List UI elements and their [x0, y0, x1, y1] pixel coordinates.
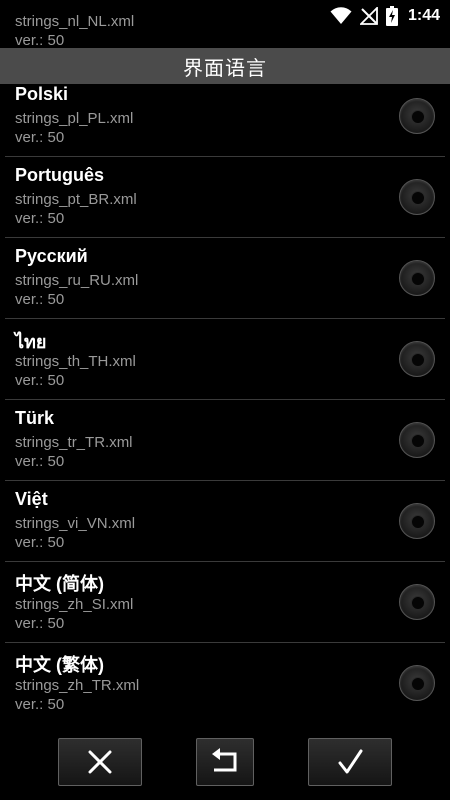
language-version: ver.: 50 [15, 696, 65, 713]
radio-button[interactable] [399, 341, 435, 377]
list-item-language[interactable]: Português strings_pt_BR.xml ver.: 50 [5, 157, 445, 238]
list-item-language[interactable]: Türk strings_tr_TR.xml ver.: 50 [5, 400, 445, 481]
undo-button[interactable] [196, 738, 254, 786]
list-item-language[interactable]: Việt strings_vi_VN.xml ver.: 50 [5, 481, 445, 562]
confirm-button[interactable] [308, 738, 392, 786]
language-name: ไทย [15, 332, 47, 352]
radio-button[interactable] [399, 260, 435, 296]
language-name: Português [15, 165, 105, 185]
language-name: 中文 (简体) [15, 574, 104, 594]
radio-button[interactable] [399, 503, 435, 539]
list-item-language[interactable]: 中文 (简体) strings_zh_SI.xml ver.: 50 [5, 562, 445, 643]
clock: 1:44 [407, 7, 440, 24]
radio-button[interactable] [399, 584, 435, 620]
list-item-language[interactable]: ไทย strings_th_TH.xml ver.: 50 [5, 319, 445, 400]
language-file: strings_zh_TR.xml [15, 677, 140, 694]
bottom-action-bar [0, 722, 450, 800]
list-item-language[interactable]: Русский strings_ru_RU.xml ver.: 50 [5, 238, 445, 319]
wifi-icon [330, 7, 352, 25]
language-file: strings_ru_RU.xml [15, 272, 139, 289]
radio-button[interactable] [399, 665, 435, 701]
close-icon [85, 747, 115, 777]
checkmark-icon [335, 747, 365, 777]
status-icons: 1:44 [330, 4, 440, 28]
cancel-button[interactable] [58, 738, 142, 786]
language-list[interactable]: strings_nl_NL.xml ver.: 50 Polski string… [0, 0, 450, 722]
status-bar: 1:44 [0, 0, 450, 32]
list-item-language[interactable]: 中文 (繁体) strings_zh_TR.xml ver.: 50 [5, 643, 445, 722]
language-version: ver.: 50 [15, 453, 65, 470]
language-name: Việt [15, 489, 48, 509]
language-name: Русский [15, 246, 88, 266]
language-version: ver.: 50 [15, 32, 65, 49]
language-file: strings_zh_SI.xml [15, 596, 134, 613]
language-name: Türk [15, 408, 55, 428]
language-name: 中文 (繁体) [15, 655, 104, 675]
language-version: ver.: 50 [15, 615, 65, 632]
language-file: strings_tr_TR.xml [15, 434, 133, 451]
language-file: strings_th_TH.xml [15, 353, 136, 370]
page-title: 界面语言 [183, 57, 267, 80]
language-version: ver.: 50 [15, 210, 65, 227]
language-version: ver.: 50 [15, 129, 65, 146]
language-version: ver.: 50 [15, 534, 65, 551]
signal-off-icon [359, 7, 378, 25]
undo-icon [208, 747, 242, 777]
radio-button[interactable] [399, 422, 435, 458]
radio-button[interactable] [399, 98, 435, 134]
language-file: strings_pt_BR.xml [15, 191, 137, 208]
battery-charging-icon [385, 6, 398, 26]
language-version: ver.: 50 [15, 372, 65, 389]
language-name: Polski [15, 84, 69, 104]
list-item-language[interactable]: Polski strings_pl_PL.xml ver.: 50 [5, 76, 445, 157]
language-file: strings_pl_PL.xml [15, 110, 134, 127]
language-version: ver.: 50 [15, 291, 65, 308]
radio-button[interactable] [399, 179, 435, 215]
title-bar: 界面语言 [0, 48, 450, 84]
language-file: strings_vi_VN.xml [15, 515, 136, 532]
